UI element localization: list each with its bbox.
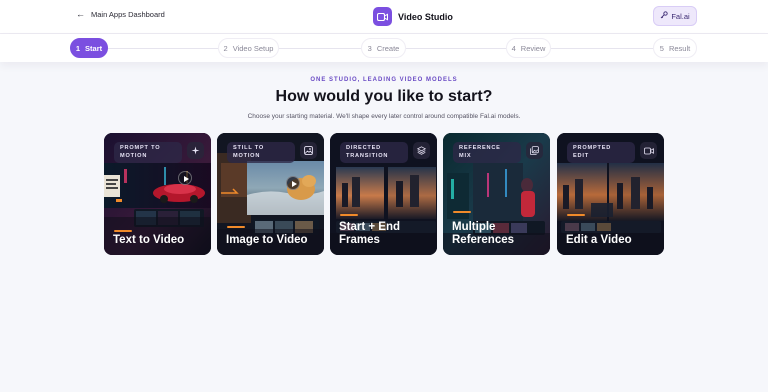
- step-number: 3: [367, 43, 372, 53]
- accent-bar: [567, 214, 585, 216]
- card-title: Image to Video: [226, 233, 308, 246]
- page-heading: How would you like to start?: [275, 88, 493, 105]
- step-review[interactable]: 4 Review: [506, 38, 551, 58]
- page-subtext: Choose your starting material. We'll sha…: [247, 113, 521, 120]
- card-title: Text to Video: [113, 233, 185, 246]
- account-label: Fal.ai: [671, 11, 690, 21]
- step-connector: [279, 48, 361, 49]
- accent-bar: [340, 214, 358, 216]
- option-card-edit-a-video[interactable]: PROMPTED EDIT Edit a Video: [557, 133, 664, 255]
- card-title: Edit a Video: [566, 233, 632, 246]
- accent-bar: [453, 211, 471, 213]
- step-label: Create: [376, 43, 400, 53]
- step-create[interactable]: 3 Create: [361, 38, 406, 58]
- card-tag: DIRECTED TRANSITION: [340, 142, 408, 164]
- play-icon: [178, 171, 192, 185]
- option-card-image-to-video[interactable]: STILL TO MOTION Image to Video: [217, 133, 324, 255]
- step-number: 5: [659, 43, 664, 53]
- accent-bar: [114, 230, 132, 232]
- step-number: 2: [223, 43, 228, 53]
- card-title: Multiple References: [452, 221, 515, 246]
- app-title: Video Studio: [398, 11, 453, 22]
- step-number: 4: [511, 43, 516, 53]
- step-connector: [551, 48, 653, 49]
- step-label: Review: [520, 43, 546, 53]
- back-to-dashboard-link[interactable]: ← Main Apps Dashboard: [76, 9, 165, 20]
- card-tag: PROMPT TO MOTION: [114, 142, 182, 164]
- accent-bar: [227, 226, 245, 228]
- layers-icon: [413, 142, 430, 159]
- step-connector: [108, 48, 218, 49]
- card-tag: PROMPTED EDIT: [567, 142, 635, 164]
- section-eyebrow: ONE STUDIO, LEADING VIDEO MODELS: [310, 77, 458, 83]
- card-title: Start + End Frames: [339, 221, 401, 246]
- back-link-label: Main Apps Dashboard: [91, 10, 165, 19]
- progress-stepper: 1 Start 2 Video Setup 3 Create 4 Review …: [0, 34, 768, 62]
- option-card-text-to-video[interactable]: PROMPT TO MOTION Text to Video: [104, 133, 211, 255]
- step-result[interactable]: 5 Result: [653, 38, 697, 58]
- step-label: Video Setup: [232, 43, 274, 53]
- step-label: Result: [668, 43, 691, 53]
- app-brand: Video Studio: [373, 7, 453, 26]
- video-camera-icon: [640, 142, 657, 159]
- step-start[interactable]: 1 Start: [70, 38, 108, 58]
- arrow-left-icon: ←: [76, 9, 85, 19]
- option-card-multiple-references[interactable]: REFERENCE MIX Multiple References: [443, 133, 550, 255]
- option-card-start-end-frames[interactable]: DIRECTED TRANSITION Start + End Frames: [330, 133, 437, 255]
- top-bar: ← Main Apps Dashboard Video Studio Fal.a…: [0, 0, 768, 34]
- step-label: Start: [85, 43, 103, 53]
- card-tag: STILL TO MOTION: [227, 142, 295, 164]
- sparkles-icon: [187, 142, 204, 159]
- step-video-setup[interactable]: 2 Video Setup: [218, 38, 279, 58]
- step-number: 1: [75, 43, 81, 53]
- card-tag: REFERENCE MIX: [453, 142, 521, 164]
- play-icon: [286, 176, 300, 190]
- images-icon: [526, 142, 543, 159]
- falai-account-button[interactable]: Fal.ai: [653, 6, 697, 26]
- step-connector: [406, 48, 506, 49]
- key-icon: [660, 11, 668, 21]
- image-icon: [300, 142, 317, 159]
- video-camera-icon: [373, 7, 392, 26]
